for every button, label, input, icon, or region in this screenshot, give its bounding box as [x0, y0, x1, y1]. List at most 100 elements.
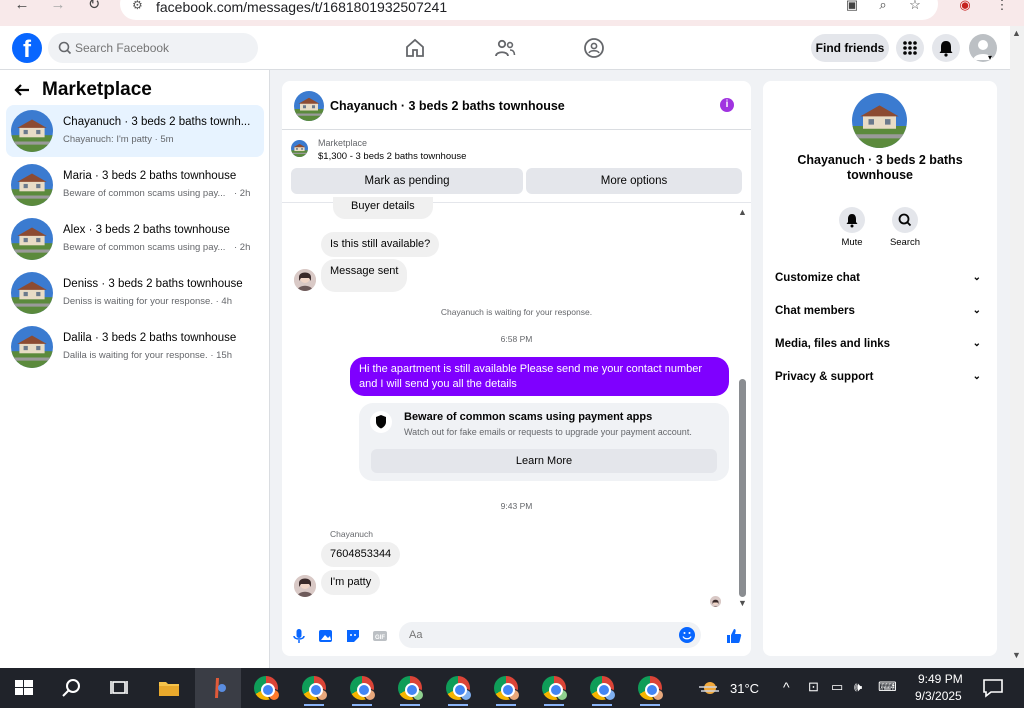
install-app-icon[interactable]: ▣: [842, 0, 862, 14]
buyer-details-button[interactable]: Buyer details: [333, 197, 433, 219]
scroll-down-icon[interactable]: ▼: [738, 598, 747, 608]
url-text[interactable]: facebook.com/messages/t/1681801932507241: [156, 0, 447, 14]
chat-info-panel: Chayanuch · 3 beds 2 baths townhouse Mut…: [763, 81, 997, 656]
profile-icon[interactable]: ◉: [955, 0, 975, 14]
network-icon[interactable]: ▭: [831, 679, 843, 695]
forward-arrow-icon[interactable]: →: [46, 0, 70, 14]
friends-icon[interactable]: [493, 36, 517, 60]
search-conversation-button[interactable]: Search: [880, 207, 930, 248]
page-scrollbar[interactable]: ▲ ▼: [1010, 26, 1024, 668]
house-thumbnail: [11, 164, 53, 206]
chat-avatar[interactable]: [294, 91, 324, 121]
conversation-time: · 2h: [234, 188, 251, 199]
chat-members-item[interactable]: Chat members ⌄: [775, 300, 987, 322]
windows-start-icon[interactable]: [12, 676, 36, 700]
mute-button[interactable]: Mute: [827, 207, 877, 248]
bookmark-star-icon[interactable]: ☆: [905, 0, 925, 14]
chrome-icon[interactable]: [446, 676, 472, 706]
conversation-time: · 15h: [210, 350, 232, 361]
sender-avatar: [294, 269, 316, 291]
conversation-item[interactable]: Alex · 3 beds 2 baths townhouse Beware o…: [6, 213, 264, 265]
listing-thumbnail[interactable]: [291, 140, 308, 157]
info-icon[interactable]: i: [720, 98, 734, 112]
chrome-icon[interactable]: [302, 676, 328, 706]
back-arrow-icon[interactable]: [12, 80, 32, 100]
mark-pending-button[interactable]: Mark as pending: [291, 168, 523, 194]
menu-grid-button[interactable]: [896, 34, 924, 62]
weather-icon[interactable]: [697, 676, 721, 700]
zoom-icon[interactable]: ⌕: [873, 0, 893, 14]
more-options-button[interactable]: More options: [526, 168, 742, 194]
chrome-icon[interactable]: [638, 676, 664, 706]
notifications-button[interactable]: [932, 34, 960, 62]
reload-icon[interactable]: ↻: [82, 0, 106, 14]
sticker-icon[interactable]: [344, 627, 362, 645]
chevron-up-icon[interactable]: ^: [783, 679, 790, 695]
chat-title[interactable]: Chayanuch · 3 beds 2 baths townhouse: [330, 99, 565, 113]
customize-chat-item[interactable]: Customize chat ⌄: [775, 267, 987, 289]
scroll-up-icon[interactable]: ▲: [738, 207, 747, 217]
chat-avatar-large[interactable]: [852, 93, 907, 148]
conversation-name: Chayanuch · 3 beds 2 baths townh...: [63, 116, 251, 128]
account-avatar[interactable]: [969, 34, 997, 62]
back-arrow-icon[interactable]: ←: [10, 0, 34, 14]
chevron-down-icon[interactable]: ▾: [988, 53, 992, 62]
volume-icon[interactable]: 🕪: [854, 679, 862, 695]
search-icon[interactable]: [60, 676, 84, 700]
facebook-logo-icon[interactable]: f: [12, 33, 42, 63]
conversation-item[interactable]: Chayanuch · 3 beds 2 baths townh... Chay…: [6, 105, 264, 157]
meet-icon[interactable]: ⊡: [808, 679, 819, 695]
house-photo-icon: [291, 140, 308, 157]
scroll-down-icon[interactable]: ▼: [1012, 650, 1021, 660]
chrome-icon[interactable]: [398, 676, 424, 706]
chevron-down-icon: ⌄: [972, 305, 981, 316]
search-input[interactable]: [75, 39, 245, 57]
address-bar[interactable]: ⚙ facebook.com/messages/t/16818019325072…: [120, 0, 938, 20]
groups-icon[interactable]: [582, 36, 606, 60]
chrome-icon[interactable]: [350, 676, 376, 706]
clock-date[interactable]: 9/3/2025: [915, 689, 962, 703]
file-explorer-icon[interactable]: [157, 676, 181, 700]
timestamp: 6:58 PM: [500, 334, 533, 344]
find-friends-button[interactable]: Find friends: [811, 34, 889, 62]
person-avatar-icon: [294, 269, 316, 291]
sender-name: Chayanuch: [330, 529, 374, 539]
learn-more-button[interactable]: Learn More: [371, 449, 717, 473]
site-info-icon[interactable]: ⚙: [132, 0, 143, 12]
chrome-icon[interactable]: [590, 676, 616, 706]
keyboard-icon[interactable]: ⌨: [878, 679, 897, 695]
temperature[interactable]: 31°C: [730, 681, 759, 696]
scroll-up-icon[interactable]: ▲: [1012, 28, 1021, 38]
chevron-down-icon: ⌄: [972, 338, 981, 349]
home-icon[interactable]: [403, 36, 427, 60]
search-icon: [58, 41, 72, 55]
thumbs-up-icon[interactable]: [725, 627, 743, 645]
chat-scrollbar[interactable]: ▲ ▼: [738, 207, 747, 608]
chrome-icon[interactable]: [542, 676, 568, 706]
microphone-icon[interactable]: [290, 627, 308, 645]
message-input[interactable]: [409, 626, 669, 644]
notification-center-icon[interactable]: [981, 676, 1005, 700]
clock-time[interactable]: 9:49 PM: [918, 672, 963, 686]
message-input-box[interactable]: [399, 622, 701, 648]
outgoing-message: Hi the apartment is still available Plea…: [350, 357, 729, 396]
privacy-support-item[interactable]: Privacy & support ⌄: [775, 366, 987, 388]
emoji-icon[interactable]: [678, 626, 696, 644]
task-view-icon[interactable]: [108, 676, 132, 700]
photo-icon[interactable]: [317, 627, 335, 645]
app-icon[interactable]: [206, 676, 230, 700]
listing-price[interactable]: $1,300 - 3 beds 2 baths townhouse: [318, 151, 466, 162]
menu-kebab-icon[interactable]: ⋮: [992, 0, 1012, 14]
gif-icon[interactable]: GIF: [371, 627, 389, 645]
conversation-item[interactable]: Maria · 3 beds 2 baths townhouse Beware …: [6, 159, 264, 211]
scam-title: Beware of common scams using payment app…: [404, 411, 653, 423]
scroll-thumb[interactable]: [739, 379, 746, 597]
conversation-item[interactable]: Deniss · 3 beds 2 baths townhouse Deniss…: [6, 267, 264, 319]
conversation-item[interactable]: Dalila · 3 beds 2 baths townhouse Dalila…: [6, 321, 264, 373]
media-files-links-item[interactable]: Media, files and links ⌄: [775, 333, 987, 355]
search-box[interactable]: [48, 33, 258, 63]
message-bubble: 7604853344: [321, 542, 401, 567]
chrome-icon[interactable]: [254, 676, 280, 701]
chrome-icon[interactable]: [494, 676, 520, 706]
conversation-time: · 4h: [215, 296, 232, 307]
